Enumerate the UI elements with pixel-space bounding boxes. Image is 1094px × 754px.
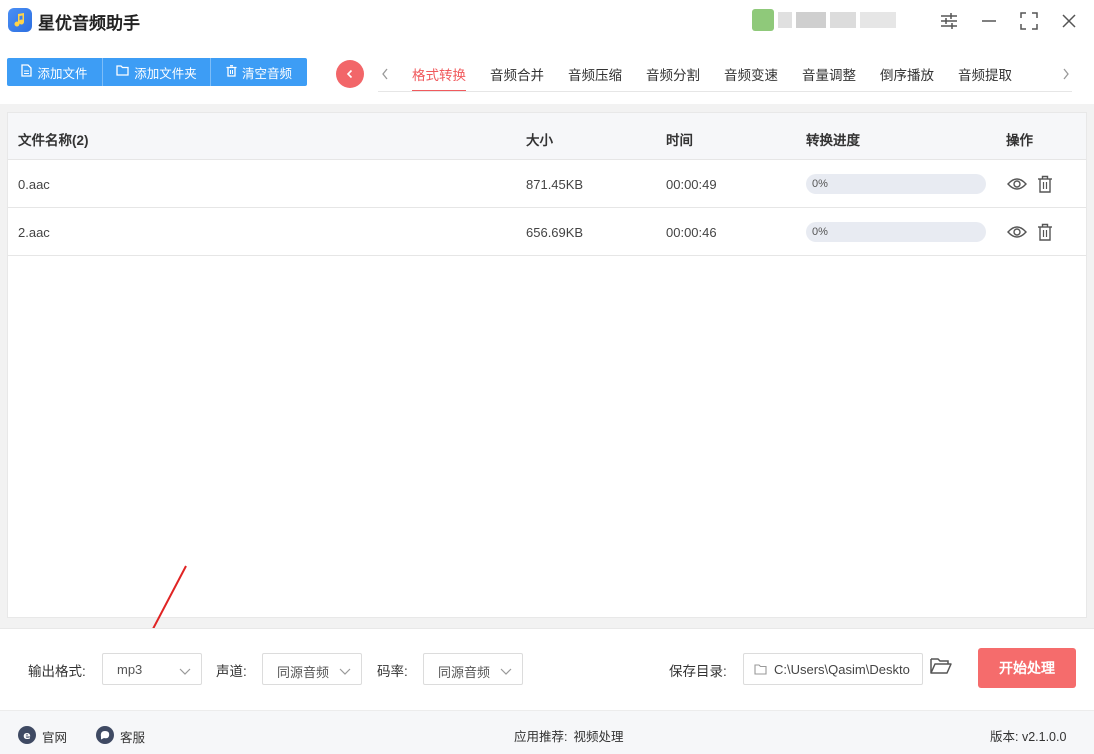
chevron-down-icon bbox=[339, 664, 351, 679]
app-title: 星优音频助手 bbox=[38, 14, 140, 33]
header-time: 时间 bbox=[666, 133, 693, 148]
chevron-left-icon bbox=[346, 69, 353, 79]
table-row[interactable]: 0.aac 871.45KB 00:00:49 0% bbox=[8, 160, 1086, 208]
app-logo-icon bbox=[8, 8, 32, 32]
tab-volume-adjust[interactable]: 音量调整 bbox=[790, 56, 868, 92]
bitrate-label: 码率: bbox=[377, 664, 408, 679]
add-folder-label: 添加文件夹 bbox=[134, 66, 197, 81]
file-action-buttons: 添加文件 添加文件夹 清空音频 bbox=[7, 58, 307, 86]
clear-audio-label: 清空音频 bbox=[241, 66, 292, 81]
chevron-down-icon bbox=[179, 664, 191, 679]
header-progress: 转换进度 bbox=[806, 133, 860, 148]
support-link[interactable]: 客服 bbox=[96, 726, 145, 747]
file-icon bbox=[21, 64, 33, 80]
file-duration: 00:00:49 bbox=[666, 177, 717, 192]
delete-trash-icon[interactable] bbox=[1033, 220, 1057, 244]
channel-select[interactable]: 同源音频 bbox=[262, 653, 362, 685]
output-format-label: 输出格式: bbox=[28, 664, 86, 679]
file-table: 文件名称(2) 大小 时间 转换进度 操作 0.aac 871.45KB 00:… bbox=[7, 112, 1087, 618]
save-path-value: C:\Users\Qasim\Desktop bbox=[774, 662, 910, 677]
preview-eye-icon[interactable] bbox=[1005, 220, 1029, 244]
bitrate-value: 同源音频 bbox=[438, 665, 491, 680]
file-size: 871.45KB bbox=[526, 177, 584, 192]
chat-bubble-icon bbox=[96, 726, 114, 747]
add-file-button[interactable]: 添加文件 bbox=[7, 58, 103, 86]
collapse-sidebar-button[interactable] bbox=[336, 60, 364, 88]
output-settings-bar: 输出格式: mp3 声道: 同源音频 码率: 同源音频 保存目录: C:\Use… bbox=[0, 628, 1094, 706]
tab-audio-compress[interactable]: 音频压缩 bbox=[556, 56, 634, 92]
header-file-name: 文件名称(2) bbox=[18, 133, 89, 148]
save-path-input[interactable]: C:\Users\Qasim\Desktop bbox=[743, 653, 923, 685]
website-link[interactable]: e 官网 bbox=[18, 726, 67, 747]
settings-sliders-icon[interactable] bbox=[938, 10, 960, 32]
table-header: 文件名称(2) 大小 时间 转换进度 操作 bbox=[8, 113, 1086, 160]
add-folder-button[interactable]: 添加文件夹 bbox=[103, 58, 211, 86]
maximize-icon[interactable] bbox=[1018, 10, 1040, 32]
output-format-value: mp3 bbox=[117, 662, 143, 677]
tabs-divider bbox=[378, 91, 1072, 92]
recommend-label: 应用推荐: bbox=[514, 730, 568, 744]
table-row[interactable]: 2.aac 656.69KB 00:00:46 0% bbox=[8, 208, 1086, 256]
save-dir-label: 保存目录: bbox=[669, 664, 727, 679]
file-name: 0.aac bbox=[18, 177, 50, 192]
support-label: 客服 bbox=[120, 731, 146, 745]
feature-tabs: 格式转换 音频合并 音频压缩 音频分割 音频变速 音量调整 倒序播放 音频提取 bbox=[400, 56, 1024, 92]
start-processing-button[interactable]: 开始处理 bbox=[978, 648, 1076, 688]
trash-icon bbox=[226, 64, 237, 80]
status-bar: e 官网 客服 应用推荐: 视频处理 版本: v2.1.0.0 bbox=[0, 710, 1094, 754]
file-name: 2.aac bbox=[18, 225, 50, 240]
close-icon[interactable] bbox=[1058, 10, 1080, 32]
chevron-down-icon bbox=[500, 664, 512, 679]
minimize-icon[interactable] bbox=[978, 10, 1000, 32]
progress-text: 0% bbox=[812, 178, 828, 190]
tab-audio-extract[interactable]: 音频提取 bbox=[946, 56, 1024, 92]
folder-icon bbox=[116, 65, 129, 79]
progress-bar: 0% bbox=[806, 222, 986, 242]
channel-value: 同源音频 bbox=[277, 665, 330, 680]
header-size: 大小 bbox=[526, 133, 553, 148]
tab-audio-merge[interactable]: 音频合并 bbox=[478, 56, 556, 92]
website-label: 官网 bbox=[42, 731, 68, 745]
clear-audio-button[interactable]: 清空音频 bbox=[211, 58, 307, 86]
tabs-scroll-left-icon[interactable] bbox=[378, 64, 392, 84]
title-bar: 星优音频助手 bbox=[0, 0, 1094, 44]
svg-text:e: e bbox=[23, 729, 30, 742]
recommend-area: 应用推荐: 视频处理 bbox=[514, 726, 624, 745]
tab-reverse-play[interactable]: 倒序播放 bbox=[868, 56, 946, 92]
file-size: 656.69KB bbox=[526, 225, 584, 240]
tab-audio-speed[interactable]: 音频变速 bbox=[712, 56, 790, 92]
bitrate-select[interactable]: 同源音频 bbox=[423, 653, 523, 685]
delete-trash-icon[interactable] bbox=[1033, 172, 1057, 196]
recommend-link[interactable]: 视频处理 bbox=[573, 726, 623, 745]
channel-label: 声道: bbox=[216, 664, 247, 679]
tabs-scroll-right-icon[interactable] bbox=[1059, 64, 1073, 84]
header-actions: 操作 bbox=[1006, 133, 1033, 148]
output-format-select[interactable]: mp3 bbox=[102, 653, 202, 685]
add-file-label: 添加文件 bbox=[37, 66, 88, 81]
folder-icon bbox=[754, 663, 767, 678]
preview-eye-icon[interactable] bbox=[1005, 172, 1029, 196]
progress-text: 0% bbox=[812, 226, 828, 238]
tab-audio-split[interactable]: 音频分割 bbox=[634, 56, 712, 92]
version-text: 版本: v2.1.0.0 bbox=[990, 730, 1067, 744]
tab-format-convert[interactable]: 格式转换 bbox=[400, 56, 478, 92]
open-folder-icon[interactable] bbox=[930, 657, 954, 681]
progress-bar: 0% bbox=[806, 174, 986, 194]
user-account-area[interactable] bbox=[752, 8, 912, 32]
website-e-icon: e bbox=[18, 726, 36, 747]
file-duration: 00:00:46 bbox=[666, 225, 717, 240]
